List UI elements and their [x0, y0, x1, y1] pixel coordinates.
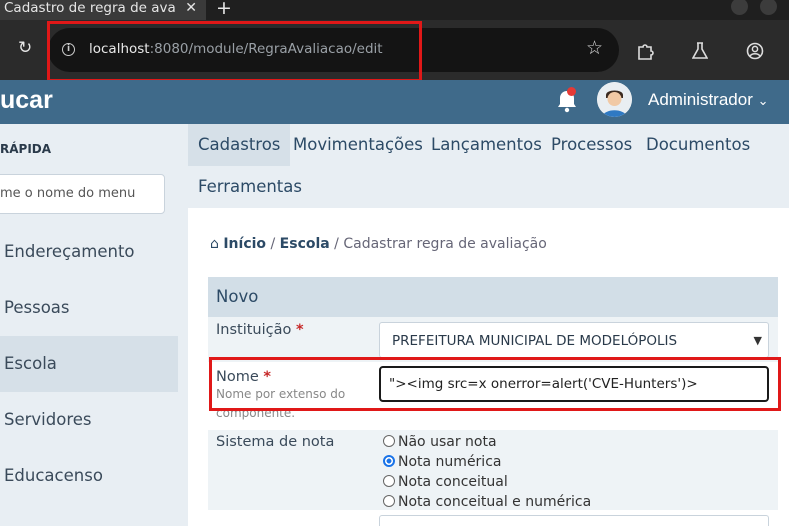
- instituicao-value: PREFEITURA MUNICIPAL DE MODELÓPOLIS: [392, 333, 678, 349]
- top-menu: Cadastros Movimentações Lançamentos Proc…: [188, 124, 789, 208]
- sistema-nota-label: Sistema de nota: [216, 434, 335, 450]
- breadcrumb-current: / Cadastrar regra de avaliação: [329, 236, 547, 252]
- close-icon[interactable]: ✕: [185, 0, 197, 17]
- menu-processos[interactable]: Processos: [541, 124, 642, 166]
- radio-icon: [383, 435, 395, 447]
- browser-tab[interactable]: Cadastro de regra de avaliação ✕: [0, 0, 206, 20]
- radio-nao-usar-nota[interactable]: Não usar nota: [383, 434, 497, 450]
- breadcrumb-separator: /: [266, 236, 280, 252]
- sidebar-item-enderecamento[interactable]: Endereçamento: [0, 224, 178, 280]
- new-tab-button[interactable]: +: [216, 0, 232, 19]
- tab-title: Cadastro de regra de avaliação: [4, 0, 176, 16]
- notification-badge: [567, 87, 576, 96]
- bookmark-star-icon[interactable]: ☆: [586, 37, 603, 59]
- app-header: ucar Administrador ⌄: [0, 80, 789, 124]
- home-icon: ⌂: [210, 236, 219, 252]
- next-field[interactable]: [379, 515, 769, 526]
- menu-ferramentas[interactable]: Ferramentas: [188, 166, 312, 208]
- breadcrumb: ⌂ Início / Escola / Cadastrar regra de a…: [210, 236, 547, 252]
- user-name: Administrador: [648, 90, 753, 109]
- radio-selected-icon: [383, 455, 395, 467]
- sidebar-item-servidores[interactable]: Servidores: [0, 392, 178, 448]
- instituicao-row: Instituição * PREFEITURA MUNICIPAL DE MO…: [208, 317, 778, 362]
- menu-cadastros[interactable]: Cadastros: [188, 124, 291, 166]
- sidebar-item-pessoas[interactable]: Pessoas: [0, 280, 178, 336]
- menu-movimentacoes[interactable]: Movimentações: [283, 124, 433, 166]
- user-menu[interactable]: Administrador ⌄: [648, 90, 769, 110]
- sidebar-item-escola[interactable]: Escola: [0, 336, 178, 392]
- chevron-down-icon: ▼: [753, 334, 762, 347]
- section-title: Novo: [208, 277, 778, 317]
- extension-icon[interactable]: [636, 42, 654, 60]
- maximize-icon[interactable]: [760, 0, 777, 15]
- breadcrumb-escola[interactable]: Escola: [280, 236, 330, 252]
- avatar[interactable]: [597, 82, 632, 117]
- minimize-icon[interactable]: [731, 0, 748, 15]
- profile-icon[interactable]: [746, 42, 764, 60]
- required-mark: *: [295, 322, 304, 338]
- radio-nota-conceitual-numerica[interactable]: Nota conceitual e numérica: [383, 494, 591, 510]
- reload-icon[interactable]: ↻: [18, 38, 32, 58]
- radio-icon: [383, 475, 395, 487]
- radio-nota-conceitual[interactable]: Nota conceitual: [383, 474, 508, 490]
- sistema-nota-row: Sistema de nota Não usar nota Nota numér…: [208, 430, 778, 510]
- chevron-down-icon: ⌄: [757, 93, 769, 108]
- url-highlight-box: [47, 21, 422, 82]
- sidebar: RÁPIDA me o nome do menu Endereçamento P…: [0, 124, 188, 526]
- app-brand[interactable]: ucar: [0, 86, 53, 115]
- nome-highlight-box: [209, 357, 781, 411]
- instituicao-select[interactable]: PREFEITURA MUNICIPAL DE MODELÓPOLIS ▼: [379, 322, 769, 358]
- menu-search-input[interactable]: me o nome do menu: [0, 174, 165, 214]
- breadcrumb-home[interactable]: Início: [223, 236, 266, 252]
- instituicao-label: Instituição *: [216, 322, 304, 338]
- menu-documentos[interactable]: Documentos: [636, 124, 760, 166]
- radio-icon: [383, 495, 395, 507]
- main-area: Cadastros Movimentações Lançamentos Proc…: [188, 124, 789, 526]
- radio-nota-numerica[interactable]: Nota numérica: [383, 454, 501, 470]
- flask-icon[interactable]: [692, 42, 708, 60]
- menu-lancamentos[interactable]: Lançamentos: [421, 124, 552, 166]
- quick-access-label: RÁPIDA: [0, 142, 52, 156]
- next-row: [208, 510, 778, 526]
- browser-tab-bar: Cadastro de regra de avaliação ✕ +: [0, 0, 789, 20]
- sidebar-item-educacenso[interactable]: Educacenso: [0, 448, 178, 504]
